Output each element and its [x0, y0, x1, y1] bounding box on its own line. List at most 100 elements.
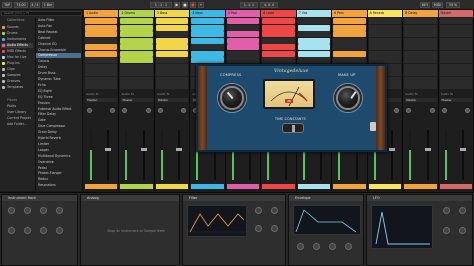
filter-graph[interactable]: [187, 205, 247, 237]
clip-slot[interactable]: [85, 63, 118, 70]
volume-fader[interactable]: [140, 130, 147, 180]
stop-button[interactable]: ■: [182, 2, 188, 8]
clip[interactable]: [297, 50, 331, 57]
clip[interactable]: [262, 50, 295, 57]
makeup-knob[interactable]: [336, 86, 360, 110]
macro-knob-7[interactable]: [40, 227, 47, 234]
midi-map-button[interactable]: MIDI: [432, 2, 443, 8]
browser-item[interactable]: Phaser-Flanger: [36, 171, 81, 176]
track-activator-button[interactable]: [120, 184, 153, 189]
clip-slot[interactable]: [404, 57, 437, 63]
clip[interactable]: [262, 44, 295, 50]
clip-slot[interactable]: [368, 31, 402, 37]
env-sustain-knob[interactable]: [329, 243, 336, 250]
browser-item[interactable]: Drum Buss: [36, 71, 81, 76]
play-button[interactable]: ▶: [174, 2, 180, 8]
clip-slot[interactable]: [404, 24, 437, 31]
clip-slot[interactable]: [404, 18, 437, 24]
track-header[interactable]: A Reverb: [367, 10, 403, 17]
lfo-offset-knob[interactable]: [459, 227, 466, 234]
position-field[interactable]: 1 . 1 . 1: [150, 2, 172, 8]
lfo-rate-knob[interactable]: [443, 207, 450, 214]
track-header[interactable]: 8 Perc: [332, 10, 367, 17]
clip-slot[interactable]: [333, 57, 366, 63]
clip[interactable]: [191, 24, 224, 31]
clip[interactable]: [85, 18, 118, 24]
track-activator-button[interactable]: [333, 184, 366, 189]
clip-slot[interactable]: [120, 83, 153, 89]
track-activator-button[interactable]: [191, 184, 224, 189]
quantize-menu[interactable]: 1 Bar: [42, 2, 54, 8]
clip[interactable]: [333, 18, 366, 24]
clip-slot[interactable]: [85, 83, 118, 89]
fader-cap[interactable]: [105, 148, 112, 151]
clip[interactable]: [120, 44, 153, 50]
clip-slot[interactable]: [404, 31, 437, 37]
browser-item[interactable]: Beat Repeat: [36, 30, 81, 35]
volume-fader[interactable]: [176, 130, 183, 180]
track-header[interactable]: 7 Vox: [296, 10, 332, 17]
send-b-knob[interactable]: [394, 108, 400, 113]
filter-drive-knob[interactable]: [271, 225, 278, 232]
track-header[interactable]: 4 Keys: [190, 10, 225, 17]
browser-item[interactable]: Erosion: [36, 101, 81, 106]
clip-slot[interactable]: [404, 37, 437, 44]
meter-field[interactable]: 4 / 4: [30, 2, 40, 8]
track-header[interactable]: 1 Audio: [84, 10, 119, 17]
clip-slot[interactable]: [155, 70, 189, 76]
clip[interactable]: [191, 57, 224, 63]
clip[interactable]: [120, 50, 153, 57]
clip-slot[interactable]: [85, 57, 118, 63]
clip[interactable]: [85, 24, 118, 31]
clip-slot[interactable]: [120, 70, 153, 76]
clip[interactable]: [191, 50, 224, 57]
track-activator-button[interactable]: [439, 184, 472, 189]
compress-knob[interactable]: [220, 86, 244, 110]
browser-category-sounds[interactable]: Sounds: [1, 25, 33, 30]
loop-start-field[interactable]: 1. 1. 1: [240, 2, 258, 8]
clip-slot[interactable]: [368, 18, 402, 24]
overdub-button[interactable]: +: [198, 2, 204, 8]
output-routing-select[interactable]: Master: [86, 98, 118, 102]
clip-slot[interactable]: [226, 57, 260, 63]
clip[interactable]: [85, 50, 118, 57]
fader-cap[interactable]: [176, 148, 183, 151]
clip-slot[interactable]: [404, 50, 437, 57]
clip-slot[interactable]: [226, 24, 260, 31]
send-b-knob[interactable]: [145, 108, 151, 113]
clip-slot[interactable]: [120, 63, 153, 70]
browser-item[interactable]: Looper: [36, 148, 81, 153]
clip-slot[interactable]: [85, 37, 118, 44]
clip-slot[interactable]: [368, 50, 402, 57]
clip-slot[interactable]: [404, 76, 437, 83]
browser-place-packs[interactable]: Packs: [1, 104, 33, 109]
browser-item[interactable]: EQ Three: [36, 95, 81, 100]
clip-slot[interactable]: [439, 57, 472, 63]
clip[interactable]: [155, 44, 189, 50]
browser-item[interactable]: Delay: [36, 65, 81, 70]
send-a-knob[interactable]: [406, 108, 412, 113]
clip[interactable]: [191, 37, 224, 44]
clip[interactable]: [297, 44, 331, 50]
volume-fader[interactable]: [459, 130, 466, 180]
browser-item[interactable]: Grain Delay: [36, 130, 81, 135]
browser-item[interactable]: Channel EQ: [36, 42, 81, 47]
time-constants-switch[interactable]: [282, 123, 304, 133]
clip-slot[interactable]: [439, 50, 472, 57]
browser-item[interactable]: Auto Pan: [36, 24, 81, 29]
clip-slot[interactable]: [262, 37, 295, 44]
send-a-knob[interactable]: [122, 108, 128, 113]
browser-category-drums[interactable]: Drums: [1, 31, 33, 36]
lfo-amount-knob[interactable]: [459, 207, 466, 214]
track-header[interactable]: Master: [438, 10, 473, 17]
send-b-knob[interactable]: [464, 108, 470, 113]
browser-category-midi-effects[interactable]: MIDI Effects: [1, 49, 33, 54]
browser-category-max-for-live[interactable]: Max for Live: [1, 55, 33, 60]
track-activator-button[interactable]: [368, 184, 402, 189]
macro-knob-6[interactable]: [24, 227, 31, 234]
macro-knob-1[interactable]: [8, 207, 15, 214]
track-activator-button[interactable]: [297, 184, 331, 189]
clip-slot[interactable]: [155, 76, 189, 83]
clip-slot[interactable]: [439, 31, 472, 37]
clip[interactable]: [262, 18, 295, 24]
